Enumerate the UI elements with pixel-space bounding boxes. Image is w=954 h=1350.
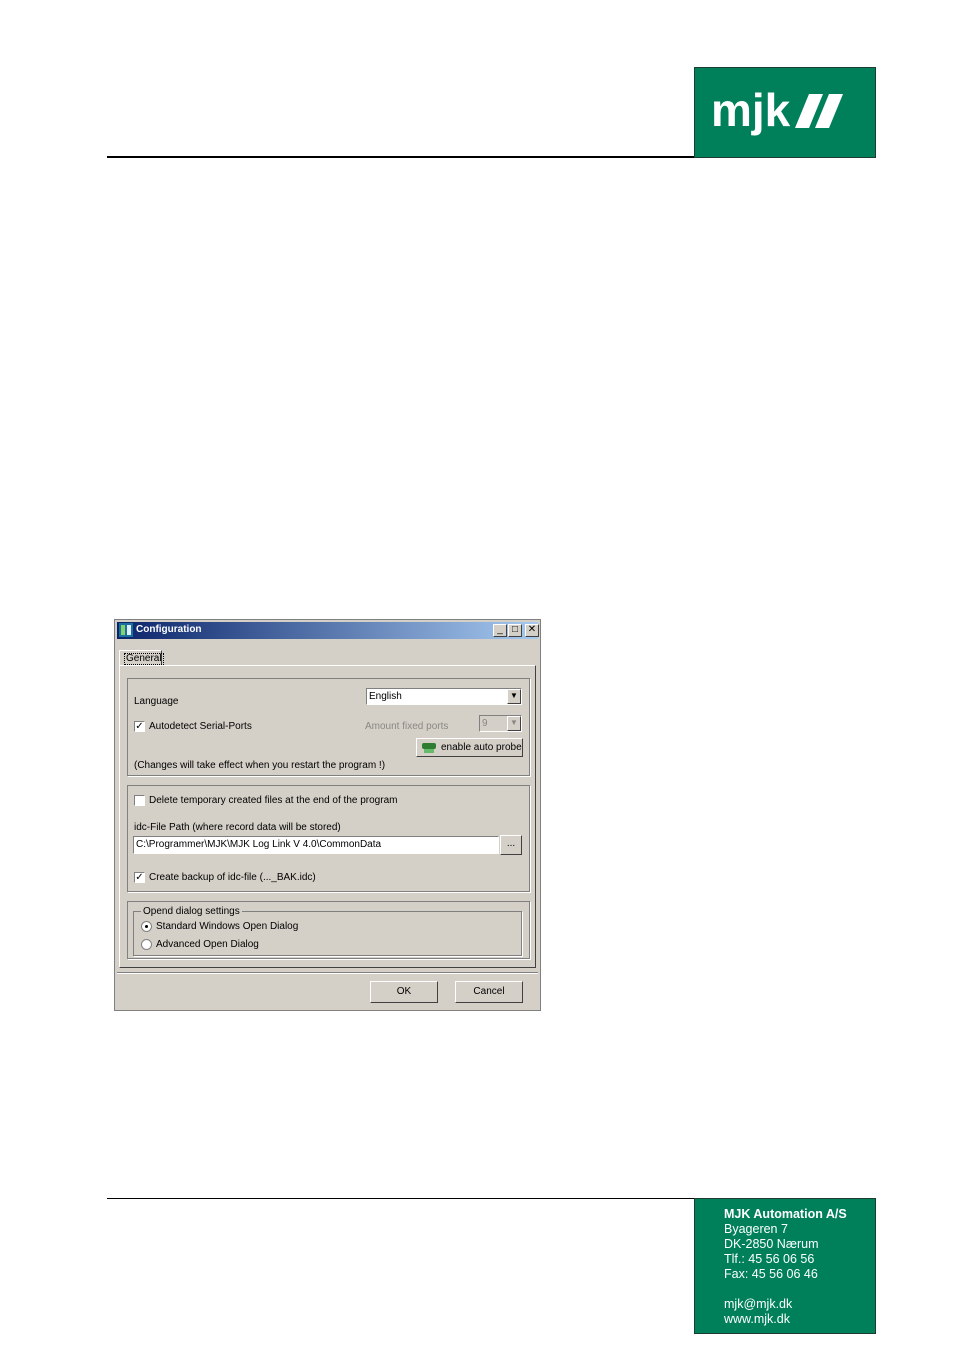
radio-standard-dialog[interactable]	[141, 921, 152, 932]
autodetect-label: Autodetect Serial-Ports	[149, 721, 252, 732]
street-address: Byageren 7	[724, 1222, 788, 1236]
amount-fixed-ports-select[interactable]: 9 ▼	[479, 715, 522, 732]
tab-general-label: General	[124, 653, 164, 665]
backup-label: Create backup of idc-file (..._BAK.idc)	[149, 872, 316, 883]
mjk-logo-mark: mjk	[711, 84, 843, 136]
ok-button[interactable]: OK	[370, 981, 438, 1003]
cancel-button[interactable]: Cancel	[455, 981, 523, 1003]
delete-temp-label: Delete temporary created files at the en…	[149, 795, 398, 806]
radio-advanced-dialog[interactable]	[141, 939, 152, 950]
city-address: DK-2850 Nærum	[724, 1237, 819, 1251]
email-address: mjk@mjk.dk	[724, 1297, 793, 1311]
tab-general[interactable]: General	[119, 650, 164, 666]
amount-fixed-ports-value: 9	[482, 718, 488, 729]
button-separator	[117, 972, 538, 974]
company-name: MJK Automation A/S	[724, 1207, 847, 1221]
radio-advanced-label: Advanced Open Dialog	[156, 939, 259, 950]
enable-auto-probe-label: enable auto probe	[441, 742, 522, 753]
open-dialog-fieldset: Opend dialog settings Standard Windows O…	[133, 906, 522, 956]
backup-checkbox[interactable]: ✓	[134, 872, 145, 883]
idc-path-input[interactable]: C:\Programmer\MJK\MJK Log Link V 4.0\Com…	[133, 836, 499, 854]
autodetect-checkbox[interactable]: ✓	[134, 721, 145, 732]
close-button[interactable]: ✕	[525, 624, 539, 637]
configuration-window: Configuration _ □ ✕ General Language Eng…	[114, 619, 541, 1011]
language-label: Language	[134, 696, 179, 707]
language-select[interactable]: English ▼	[366, 688, 522, 705]
idc-path-value: C:\Programmer\MJK\MJK Log Link V 4.0\Com…	[136, 839, 382, 850]
window-title: Configuration	[136, 624, 202, 635]
mjk-logo-text: mjk	[711, 84, 791, 136]
maximize-button[interactable]: □	[508, 624, 522, 637]
mjk-logo: mjk	[694, 67, 876, 158]
open-dialog-group: Opend dialog settings Standard Windows O…	[127, 901, 530, 959]
serial-port-group: Language English ▼ ✓ Autodetect Serial-P…	[127, 678, 530, 776]
amount-fixed-ports-label: Amount fixed ports	[365, 721, 449, 732]
browse-button[interactable]: ...	[500, 835, 522, 855]
website: www.mjk.dk	[724, 1312, 790, 1326]
company-address-box: MJK Automation A/S Byageren 7 DK-2850 Næ…	[694, 1198, 876, 1334]
file-settings-group: Delete temporary created files at the en…	[127, 785, 530, 892]
radio-standard-label: Standard Windows Open Dialog	[156, 921, 299, 932]
open-dialog-legend: Opend dialog settings	[141, 906, 242, 917]
fax-number: Fax: 45 56 06 46	[724, 1267, 818, 1281]
chevron-down-icon[interactable]: ▼	[507, 689, 521, 704]
delete-temp-checkbox[interactable]	[134, 795, 145, 806]
probe-icon	[422, 743, 436, 753]
chevron-down-icon[interactable]: ▼	[507, 716, 521, 731]
restart-note: (Changes will take effect when you resta…	[134, 760, 386, 771]
idc-path-label: idc-File Path (where record data will be…	[134, 822, 341, 833]
app-icon	[119, 623, 133, 637]
header-rule	[107, 156, 695, 158]
title-bar[interactable]: Configuration _ □ ✕	[117, 622, 539, 639]
enable-auto-probe-button[interactable]: enable auto probe	[416, 738, 523, 757]
language-value: English	[369, 691, 402, 702]
footer-rule	[107, 1198, 695, 1199]
general-tab-panel: Language English ▼ ✓ Autodetect Serial-P…	[119, 665, 536, 968]
address-spacer	[724, 1282, 875, 1297]
minimize-button[interactable]: _	[493, 624, 507, 637]
phone-number: Tlf.: 45 56 06 56	[724, 1252, 815, 1266]
